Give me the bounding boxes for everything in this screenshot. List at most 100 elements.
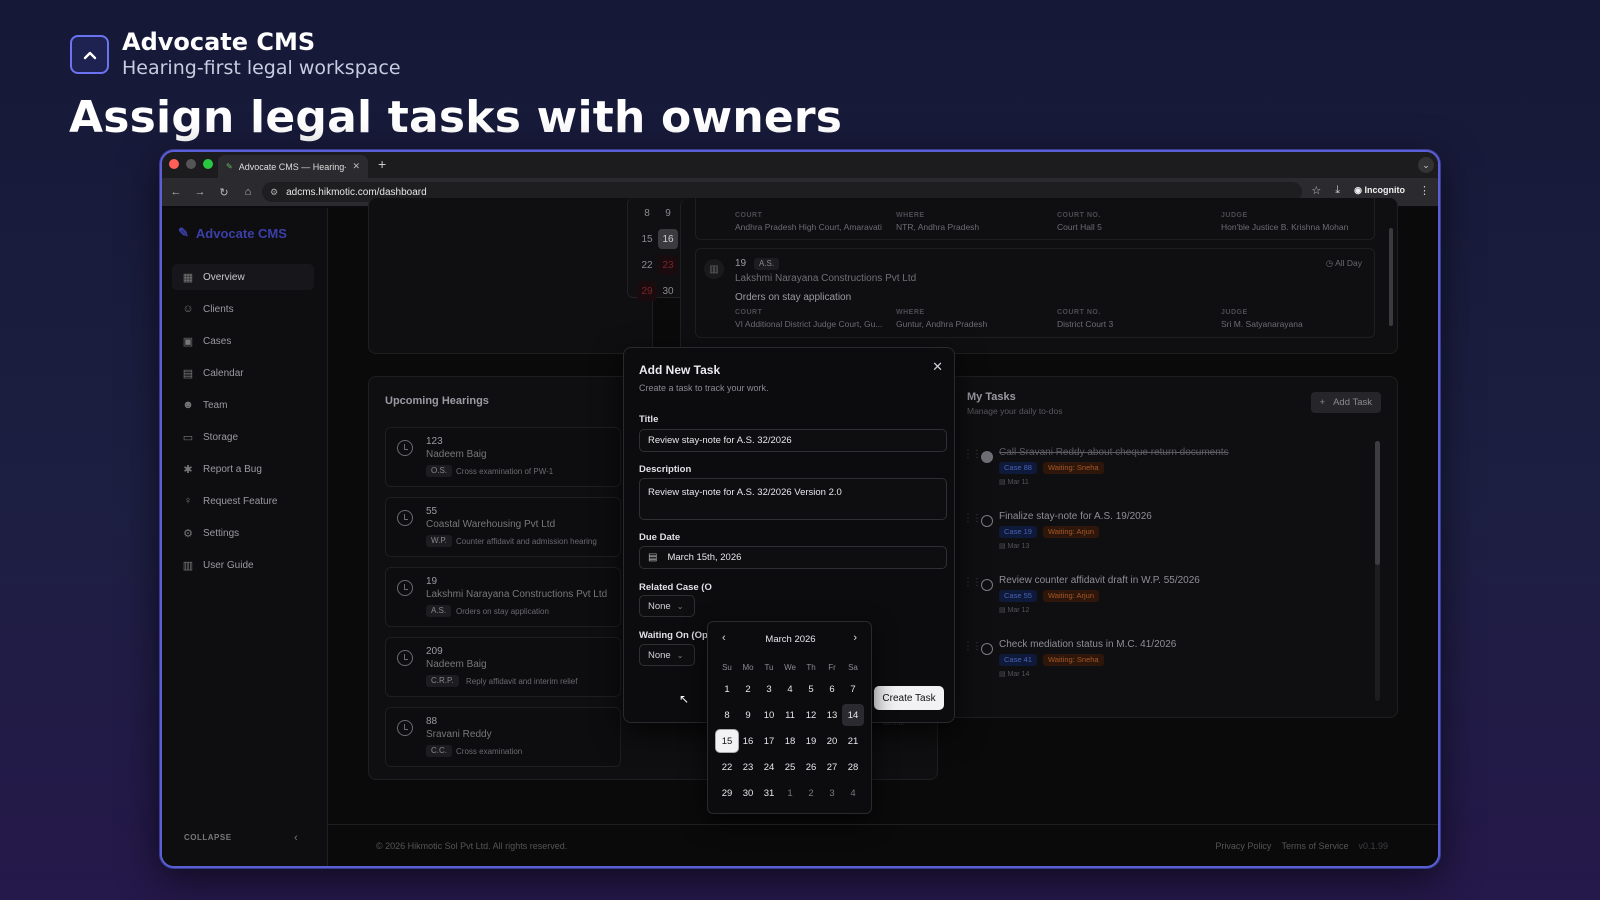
site-settings-icon[interactable]: ⚙: [270, 187, 278, 198]
collapse-label[interactable]: COLLAPSE: [184, 833, 232, 842]
scrollbar[interactable]: [1375, 441, 1380, 701]
task-item[interactable]: ⋮⋮ Review counter affidavit draft in W.P.…: [963, 575, 1333, 631]
date-picker-day[interactable]: 3: [821, 782, 843, 804]
home-icon[interactable]: ⌂: [242, 186, 254, 198]
sidebar-item-clients[interactable]: ☺ Clients: [172, 296, 314, 322]
date-picker-day[interactable]: 10: [758, 704, 780, 726]
date-picker-day[interactable]: 19: [800, 730, 822, 752]
related-case-select[interactable]: None ⌄: [639, 595, 695, 617]
sidebar-item-storage[interactable]: ▭ Storage: [172, 424, 314, 450]
date-picker-day[interactable]: 2: [737, 678, 759, 700]
hearing-card[interactable]: 88 Sravani Reddy C.C. Cross examination: [385, 707, 621, 767]
new-tab-button[interactable]: +: [378, 156, 386, 172]
close-icon[interactable]: ✕: [932, 359, 943, 375]
sidebar-brand[interactable]: ✎ Advocate CMS: [178, 225, 287, 241]
hearing-card[interactable]: 209 Nadeem Baig C.R.P. Reply affidavit and …: [385, 637, 621, 697]
date-picker-day[interactable]: 4: [779, 678, 801, 700]
date-picker-day[interactable]: 31: [758, 782, 780, 804]
date-picker-day[interactable]: 12: [800, 704, 822, 726]
date-picker-day[interactable]: 9: [737, 704, 759, 726]
date-picker-day[interactable]: 3: [758, 678, 780, 700]
title-input[interactable]: Review stay-note for A.S. 32/2026: [639, 429, 947, 452]
task-checkbox[interactable]: [981, 643, 993, 655]
chevron-left-icon[interactable]: ‹: [294, 832, 298, 844]
date-picker-day[interactable]: 30: [737, 782, 759, 804]
mini-calendar-day[interactable]: 8: [637, 203, 657, 223]
date-picker-day[interactable]: 21: [842, 730, 864, 752]
download-icon[interactable]: ⤓: [1335, 184, 1340, 197]
sidebar-item-team[interactable]: ☻ Team: [172, 392, 314, 418]
browser-menu-icon[interactable]: ⋮: [1419, 184, 1430, 197]
date-picker-day[interactable]: 13: [821, 704, 843, 726]
mini-calendar-day[interactable]: 29: [637, 281, 657, 301]
waiting-on-select[interactable]: None ⌄: [639, 644, 695, 666]
terms-of-service-link[interactable]: Terms of Service: [1281, 841, 1348, 851]
date-picker-day[interactable]: 8: [716, 704, 738, 726]
scrollbar[interactable]: [1389, 228, 1393, 326]
date-picker-day[interactable]: 2: [800, 782, 822, 804]
date-picker-day[interactable]: 7: [842, 678, 864, 700]
sidebar-item-cases[interactable]: ▣ Cases: [172, 328, 314, 354]
mini-calendar-day[interactable]: 22: [637, 255, 657, 275]
task-checkbox[interactable]: [981, 451, 993, 463]
date-picker-day[interactable]: 17: [758, 730, 780, 752]
mini-calendar-day[interactable]: 15: [637, 229, 657, 249]
browser-tab[interactable]: ✎ Advocate CMS — Hearing-Fi ✕: [218, 155, 368, 178]
description-textarea[interactable]: Review stay-note for A.S. 32/2026 Versio…: [639, 478, 947, 520]
task-checkbox[interactable]: [981, 515, 993, 527]
back-icon[interactable]: ←: [170, 186, 182, 198]
bookmark-star-icon[interactable]: ☆: [1311, 184, 1321, 197]
date-picker-day[interactable]: 15: [716, 730, 738, 752]
reload-icon[interactable]: ↻: [218, 186, 230, 199]
sidebar-item-overview[interactable]: ▦ Overview: [172, 264, 314, 290]
mini-calendar-day[interactable]: 9: [658, 203, 678, 223]
mini-calendar-day[interactable]: 23: [658, 255, 678, 275]
date-picker-day[interactable]: 20: [821, 730, 843, 752]
date-picker-day[interactable]: 1: [716, 678, 738, 700]
date-picker-day[interactable]: 5: [800, 678, 822, 700]
date-picker-day[interactable]: 28: [842, 756, 864, 778]
date-picker-day[interactable]: 18: [779, 730, 801, 752]
tab-close-icon[interactable]: ✕: [352, 161, 360, 172]
date-picker-day[interactable]: 25: [779, 756, 801, 778]
mini-calendar-day[interactable]: 16: [658, 229, 678, 249]
due-date-picker[interactable]: ▤ March 15th, 2026: [639, 546, 947, 569]
date-picker-day[interactable]: 22: [716, 756, 738, 778]
date-picker-day[interactable]: 27: [821, 756, 843, 778]
date-picker-day[interactable]: 24: [758, 756, 780, 778]
hearing-card[interactable]: COURT Andhra Pradesh High Court, Amarava…: [695, 198, 1375, 240]
minimize-window-button[interactable]: [186, 159, 196, 169]
date-picker-day[interactable]: 23: [737, 756, 759, 778]
create-task-button[interactable]: Create Task: [874, 686, 944, 710]
hearing-card[interactable]: 123 Nadeem Baig O.S. Cross examination of P…: [385, 427, 621, 487]
drag-handle-icon[interactable]: ⋮⋮: [963, 641, 982, 652]
date-picker-day[interactable]: 26: [800, 756, 822, 778]
date-picker-day[interactable]: 11: [779, 704, 801, 726]
date-picker-day[interactable]: 1: [779, 782, 801, 804]
hearing-card[interactable]: ▥ 19 A.S. Lakshmi Narayana Constructions…: [695, 248, 1375, 338]
task-item[interactable]: ⋮⋮ Check mediation status in M.C. 41/2026…: [963, 639, 1333, 695]
drag-handle-icon[interactable]: ⋮⋮: [963, 513, 982, 524]
sidebar-item-settings[interactable]: ⚙ Settings: [172, 520, 314, 546]
task-item[interactable]: ⋮⋮ Call Sravani Reddy about cheque return…: [963, 447, 1333, 503]
sidebar-item-report-bug[interactable]: ✱ Report a Bug: [172, 456, 314, 482]
hearing-card[interactable]: 55 Coastal Warehousing Pvt Ltd W.P. Counter…: [385, 497, 621, 557]
sidebar-item-calendar[interactable]: ▤ Calendar: [172, 360, 314, 386]
tab-search-icon[interactable]: ⌄: [1418, 157, 1434, 173]
task-checkbox[interactable]: [981, 579, 993, 591]
task-item[interactable]: ⋮⋮ Finalize stay-note for A.S. 19/2026 Cas…: [963, 511, 1333, 567]
drag-handle-icon[interactable]: ⋮⋮: [963, 577, 982, 588]
drag-handle-icon[interactable]: ⋮⋮: [963, 449, 982, 460]
date-picker-day[interactable]: 14: [842, 704, 864, 726]
privacy-policy-link[interactable]: Privacy Policy: [1215, 841, 1271, 851]
incognito-indicator[interactable]: ◉ Incognito: [1354, 185, 1405, 196]
date-picker-day[interactable]: 16: [737, 730, 759, 752]
hearing-card[interactable]: 19 Lakshmi Narayana Constructions Pvt Ltd…: [385, 567, 621, 627]
mini-calendar-day[interactable]: 30: [658, 281, 678, 301]
sidebar-item-request-feature[interactable]: ♀ Request Feature: [172, 488, 314, 514]
maximize-window-button[interactable]: [203, 159, 213, 169]
date-picker-day[interactable]: 4: [842, 782, 864, 804]
forward-icon[interactable]: →: [194, 186, 206, 198]
date-picker-day[interactable]: 29: [716, 782, 738, 804]
close-window-button[interactable]: [169, 159, 179, 169]
